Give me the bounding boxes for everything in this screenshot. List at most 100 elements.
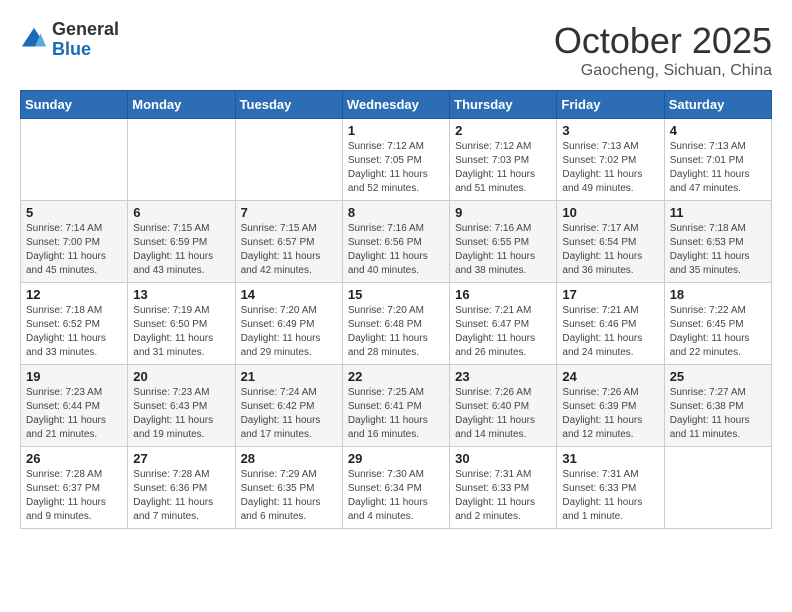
day-info: Sunrise: 7:20 AM Sunset: 6:48 PM Dayligh… (348, 304, 444, 360)
calendar-cell: 24 Sunrise: 7:26 AM Sunset: 6:39 PM Dayli… (557, 365, 664, 447)
day-number: 16 (455, 287, 551, 302)
weekday-header: Thursday (450, 91, 557, 119)
day-number: 7 (241, 205, 337, 220)
calendar-cell: 25 Sunrise: 7:27 AM Sunset: 6:38 PM Dayli… (664, 365, 771, 447)
calendar-cell: 3Sunrise: 7:13 AM Sunset: 7:02 PM Daylig… (557, 119, 664, 201)
day-number: 2 (455, 123, 551, 138)
weekday-header: Saturday (664, 91, 771, 119)
day-info: Sunrise: 7:18 AM Sunset: 6:53 PM Dayligh… (670, 222, 766, 278)
calendar-cell: 10 Sunrise: 7:17 AM Sunset: 6:54 PM Dayli… (557, 201, 664, 283)
day-number: 15 (348, 287, 444, 302)
calendar-cell: 4 Sunrise: 7:13 AM Sunset: 7:01 PM Daylig… (664, 119, 771, 201)
calendar-week-row: 5Sunrise: 7:14 AM Sunset: 7:00 PM Daylig… (21, 201, 772, 283)
day-info: Sunrise: 7:26 AM Sunset: 6:40 PM Dayligh… (455, 386, 551, 442)
calendar-cell (235, 119, 342, 201)
day-number: 8 (348, 205, 444, 220)
calendar-cell (21, 119, 128, 201)
calendar: SundayMondayTuesdayWednesdayThursdayFrid… (20, 90, 772, 529)
calendar-week-row: 12 Sunrise: 7:18 AM Sunset: 6:52 PM Dayli… (21, 283, 772, 365)
calendar-cell: 23 Sunrise: 7:26 AM Sunset: 6:40 PM Dayli… (450, 365, 557, 447)
day-info: Sunrise: 7:15 AM Sunset: 6:57 PM Dayligh… (241, 222, 337, 278)
day-number: 10 (562, 205, 658, 220)
calendar-cell: 17 Sunrise: 7:21 AM Sunset: 6:46 PM Dayli… (557, 283, 664, 365)
day-info: Sunrise: 7:31 AM Sunset: 6:33 PM Dayligh… (455, 468, 551, 524)
calendar-cell: 29 Sunrise: 7:30 AM Sunset: 6:34 PM Dayli… (342, 447, 449, 529)
day-info: Sunrise: 7:30 AM Sunset: 6:34 PM Dayligh… (348, 468, 444, 524)
calendar-week-row: 19 Sunrise: 7:23 AM Sunset: 6:44 PM Dayli… (21, 365, 772, 447)
day-number: 24 (562, 369, 658, 384)
day-number: 17 (562, 287, 658, 302)
weekday-header: Sunday (21, 91, 128, 119)
calendar-cell: 20Sunrise: 7:23 AM Sunset: 6:43 PM Dayli… (128, 365, 235, 447)
day-number: 25 (670, 369, 766, 384)
calendar-cell: 2 Sunrise: 7:12 AM Sunset: 7:03 PM Daylig… (450, 119, 557, 201)
day-info: Sunrise: 7:18 AM Sunset: 6:52 PM Dayligh… (26, 304, 122, 360)
day-info: Sunrise: 7:25 AM Sunset: 6:41 PM Dayligh… (348, 386, 444, 442)
day-info: Sunrise: 7:29 AM Sunset: 6:35 PM Dayligh… (241, 468, 337, 524)
day-number: 6 (133, 205, 229, 220)
logo-text: General Blue (52, 20, 119, 60)
day-info: Sunrise: 7:17 AM Sunset: 6:54 PM Dayligh… (562, 222, 658, 278)
month-title: October 2025 (554, 20, 772, 62)
day-info: Sunrise: 7:21 AM Sunset: 6:46 PM Dayligh… (562, 304, 658, 360)
logo-general: General (52, 20, 119, 40)
weekday-header: Friday (557, 91, 664, 119)
day-info: Sunrise: 7:26 AM Sunset: 6:39 PM Dayligh… (562, 386, 658, 442)
location: Gaocheng, Sichuan, China (554, 62, 772, 80)
calendar-cell: 28Sunrise: 7:29 AM Sunset: 6:35 PM Dayli… (235, 447, 342, 529)
day-number: 23 (455, 369, 551, 384)
day-number: 29 (348, 451, 444, 466)
weekday-header: Monday (128, 91, 235, 119)
calendar-cell: 18Sunrise: 7:22 AM Sunset: 6:45 PM Dayli… (664, 283, 771, 365)
day-info: Sunrise: 7:12 AM Sunset: 7:05 PM Dayligh… (348, 140, 444, 196)
calendar-cell: 7 Sunrise: 7:15 AM Sunset: 6:57 PM Daylig… (235, 201, 342, 283)
calendar-cell (664, 447, 771, 529)
day-info: Sunrise: 7:16 AM Sunset: 6:55 PM Dayligh… (455, 222, 551, 278)
day-info: Sunrise: 7:21 AM Sunset: 6:47 PM Dayligh… (455, 304, 551, 360)
calendar-week-row: 26Sunrise: 7:28 AM Sunset: 6:37 PM Dayli… (21, 447, 772, 529)
day-info: Sunrise: 7:19 AM Sunset: 6:50 PM Dayligh… (133, 304, 229, 360)
day-info: Sunrise: 7:28 AM Sunset: 6:36 PM Dayligh… (133, 468, 229, 524)
day-info: Sunrise: 7:13 AM Sunset: 7:02 PM Dayligh… (562, 140, 658, 196)
day-info: Sunrise: 7:13 AM Sunset: 7:01 PM Dayligh… (670, 140, 766, 196)
day-number: 1 (348, 123, 444, 138)
weekday-header: Wednesday (342, 91, 449, 119)
day-number: 31 (562, 451, 658, 466)
day-info: Sunrise: 7:12 AM Sunset: 7:03 PM Dayligh… (455, 140, 551, 196)
calendar-cell: 14Sunrise: 7:20 AM Sunset: 6:49 PM Dayli… (235, 283, 342, 365)
day-info: Sunrise: 7:23 AM Sunset: 6:43 PM Dayligh… (133, 386, 229, 442)
day-info: Sunrise: 7:24 AM Sunset: 6:42 PM Dayligh… (241, 386, 337, 442)
day-number: 12 (26, 287, 122, 302)
day-info: Sunrise: 7:20 AM Sunset: 6:49 PM Dayligh… (241, 304, 337, 360)
weekday-header-row: SundayMondayTuesdayWednesdayThursdayFrid… (21, 91, 772, 119)
day-info: Sunrise: 7:31 AM Sunset: 6:33 PM Dayligh… (562, 468, 658, 524)
calendar-week-row: 1 Sunrise: 7:12 AM Sunset: 7:05 PM Daylig… (21, 119, 772, 201)
calendar-cell: 11Sunrise: 7:18 AM Sunset: 6:53 PM Dayli… (664, 201, 771, 283)
calendar-cell: 22 Sunrise: 7:25 AM Sunset: 6:41 PM Dayli… (342, 365, 449, 447)
calendar-cell: 26Sunrise: 7:28 AM Sunset: 6:37 PM Dayli… (21, 447, 128, 529)
weekday-header: Tuesday (235, 91, 342, 119)
calendar-cell: 13 Sunrise: 7:19 AM Sunset: 6:50 PM Dayli… (128, 283, 235, 365)
day-number: 30 (455, 451, 551, 466)
title-section: October 2025 Gaocheng, Sichuan, China (554, 20, 772, 80)
logo: General Blue (20, 20, 119, 60)
day-number: 21 (241, 369, 337, 384)
day-info: Sunrise: 7:15 AM Sunset: 6:59 PM Dayligh… (133, 222, 229, 278)
day-number: 4 (670, 123, 766, 138)
day-info: Sunrise: 7:23 AM Sunset: 6:44 PM Dayligh… (26, 386, 122, 442)
day-number: 22 (348, 369, 444, 384)
day-number: 18 (670, 287, 766, 302)
day-number: 9 (455, 205, 551, 220)
calendar-cell: 1 Sunrise: 7:12 AM Sunset: 7:05 PM Daylig… (342, 119, 449, 201)
day-info: Sunrise: 7:27 AM Sunset: 6:38 PM Dayligh… (670, 386, 766, 442)
calendar-cell: 21 Sunrise: 7:24 AM Sunset: 6:42 PM Dayli… (235, 365, 342, 447)
day-number: 13 (133, 287, 229, 302)
day-number: 19 (26, 369, 122, 384)
day-info: Sunrise: 7:16 AM Sunset: 6:56 PM Dayligh… (348, 222, 444, 278)
page-header: General Blue October 2025 Gaocheng, Sich… (20, 20, 772, 80)
calendar-cell: 8 Sunrise: 7:16 AM Sunset: 6:56 PM Daylig… (342, 201, 449, 283)
calendar-cell: 30 Sunrise: 7:31 AM Sunset: 6:33 PM Dayli… (450, 447, 557, 529)
calendar-cell: 5Sunrise: 7:14 AM Sunset: 7:00 PM Daylig… (21, 201, 128, 283)
logo-icon (20, 26, 48, 54)
day-number: 26 (26, 451, 122, 466)
